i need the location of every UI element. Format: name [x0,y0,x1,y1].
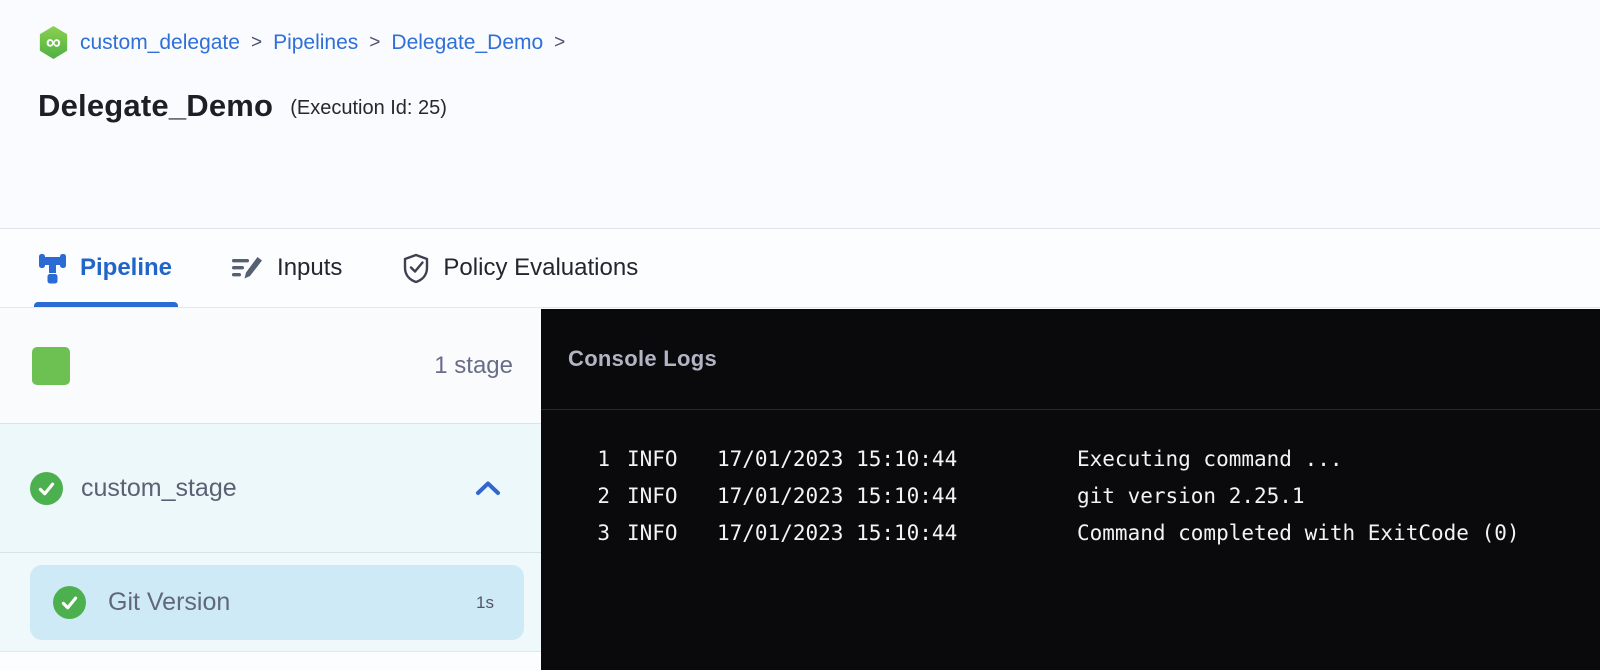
tab-pipeline-label: Pipeline [80,254,172,282]
stage-name: custom_stage [81,474,475,503]
execution-tabbar: Pipeline Inputs Policy Evalua [0,228,1600,308]
page-title: Delegate_Demo [38,88,273,124]
log-line: 1 INFO 17/01/2023 15:10:44 Executing com… [541,441,1600,478]
log-level: INFO [627,515,681,552]
title-row: Delegate_Demo (Execution Id: 25) [38,88,447,124]
harness-pipeline-hexagon-icon: ∞ [38,26,69,59]
breadcrumb-separator: > [554,32,565,54]
tab-policy-evaluations[interactable]: Policy Evaluations [402,229,638,307]
stage-count-label: 1 stage [434,352,513,380]
log-message: Command completed with ExitCode (0) [1077,515,1520,552]
check-circle-icon [30,472,63,505]
step-name: Git Version [108,588,476,617]
log-message: git version 2.25.1 [1077,478,1305,515]
log-level: INFO [627,441,681,478]
inputs-edit-icon [232,255,264,282]
tab-pipeline[interactable]: Pipeline [38,229,172,307]
page-header: ∞ custom_delegate > Pipelines > Delegate… [0,0,1600,228]
chevron-up-icon[interactable] [475,480,501,496]
execution-id-label: (Execution Id: 25) [290,93,447,120]
log-line-number: 2 [596,478,610,515]
console-header: Console Logs [541,309,1600,410]
stage-panel: 1 stage custom_stage [0,309,541,670]
steps-section: Git Version 1s [0,553,541,652]
log-timestamp: 17/01/2023 15:10:44 [717,515,973,552]
tab-policy-evaluations-label: Policy Evaluations [443,254,638,282]
log-line-number: 3 [596,515,610,552]
console-title: Console Logs [568,346,717,372]
log-timestamp: 17/01/2023 15:10:44 [717,478,973,515]
log-timestamp: 17/01/2023 15:10:44 [717,441,973,478]
pipeline-icon [38,253,67,284]
active-tab-underline [34,302,178,307]
breadcrumb-link-pipelines[interactable]: Pipelines [273,31,358,55]
shield-check-icon [402,253,430,284]
stage-status-square-icon [32,347,70,385]
log-line: 3 INFO 17/01/2023 15:10:44 Command compl… [541,515,1600,552]
breadcrumb-separator: > [369,32,380,54]
stage-panel-header: 1 stage [0,309,541,424]
check-circle-icon [53,586,86,619]
log-message: Executing command ... [1077,441,1343,478]
log-line-number: 1 [596,441,610,478]
log-level: INFO [627,478,681,515]
step-row-git-version[interactable]: Git Version 1s [30,565,524,640]
breadcrumb-link-pipeline-name[interactable]: Delegate_Demo [391,31,543,55]
execution-content: 1 stage custom_stage [0,309,1600,670]
log-line: 2 INFO 17/01/2023 15:10:44 git version 2… [541,478,1600,515]
tab-inputs[interactable]: Inputs [232,229,342,307]
breadcrumb-link-project[interactable]: custom_delegate [80,31,240,55]
tab-inputs-label: Inputs [277,254,342,282]
breadcrumb: ∞ custom_delegate > Pipelines > Delegate… [38,26,565,59]
breadcrumb-separator: > [251,32,262,54]
stage-row-custom-stage[interactable]: custom_stage [0,424,541,553]
step-duration: 1s [476,593,494,613]
stage-panel-bottom-strip [0,652,541,670]
pipeline-execution-page: ∞ custom_delegate > Pipelines > Delegate… [0,0,1600,670]
console-panel: Console Logs 1 INFO 17/01/2023 15:10:44 … [541,309,1600,670]
console-log-area[interactable]: 1 INFO 17/01/2023 15:10:44 Executing com… [541,410,1600,552]
